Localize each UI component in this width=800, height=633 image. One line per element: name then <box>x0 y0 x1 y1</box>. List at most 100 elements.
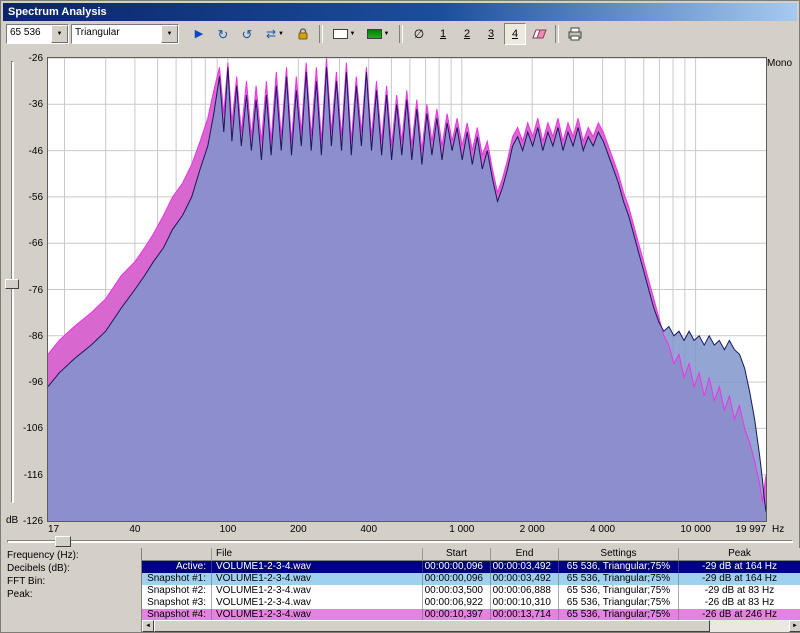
x-axis-labels: 17 40 100 200 400 1 000 2 000 4 000 10 000 19 997 <box>3 524 797 536</box>
snapshot-2-label: 2 <box>463 28 471 40</box>
col-header-peak: Peak <box>728 548 751 559</box>
table-row[interactable]: Snapshot #2: VOLUME1-2-3-4.wav 00:00:03,50… <box>142 585 800 597</box>
table-cell: -29 dB at 83 Hz <box>704 585 775 596</box>
table-cell: -29 dB at 164 Hz <box>701 573 778 584</box>
table-cell: 00:00:10,310 <box>491 597 559 609</box>
x-tick-label: 400 <box>360 524 378 535</box>
x-tick-label: 19 997 <box>735 524 766 535</box>
table-cell: 65 536, Triangular;75% <box>559 597 679 609</box>
readout-label: Frequency (Hz): <box>7 550 79 561</box>
graph-type-button[interactable]: ▼ <box>328 23 360 45</box>
col-header-settings: Settings <box>559 548 679 560</box>
table-cell: 00:00:00,096 <box>423 561 491 573</box>
readout-label: Decibels (dB): <box>7 563 70 574</box>
fft-size-dropdown-button[interactable]: ▼ <box>51 25 68 43</box>
smoothing-window-combo[interactable]: Triangular ▼ <box>71 24 179 44</box>
table-cell: 00:00:06,922 <box>423 597 491 609</box>
snapshot-4-button[interactable]: 4 <box>504 23 526 45</box>
status-panel: Frequency (Hz): Decibels (dB): FFT Bin: Pea… <box>3 548 800 632</box>
table-cell: Snapshot #2: <box>142 585 212 597</box>
printer-icon <box>568 27 582 41</box>
vertical-zoom-slider[interactable] <box>4 53 21 525</box>
spectrum-plot[interactable] <box>47 57 767 522</box>
clear-snapshot-button[interactable]: ∅ <box>408 23 430 45</box>
table-scrollbar[interactable]: ◄ ► <box>142 620 800 632</box>
chart-panel: -26 -36 -46 -56 -66 -76 -86 -96 -106 -116 -126 dB … <box>3 47 797 536</box>
toolbar-separator <box>555 25 559 43</box>
graph-color-button[interactable]: ▼ <box>362 23 394 45</box>
chevron-down-icon: ▼ <box>383 31 390 37</box>
titlebar[interactable]: Spectrum Analysis <box>3 3 797 21</box>
table-cell: VOLUME1-2-3-4.wav <box>212 561 423 573</box>
monitor-button[interactable]: ▶ <box>188 23 210 45</box>
table-cell: VOLUME1-2-3-4.wav <box>212 573 423 585</box>
refresh-ccw-icon: ↺ <box>241 26 253 42</box>
smoothing-window-dropdown-button[interactable]: ▼ <box>161 25 178 43</box>
x-tick-label: 100 <box>219 524 237 535</box>
table-cell: 00:00:06,888 <box>491 585 559 597</box>
snapshot-2-button[interactable]: 2 <box>456 23 478 45</box>
horizontal-zoom-slider[interactable] <box>3 536 797 548</box>
snapshot-3-button[interactable]: 3 <box>480 23 502 45</box>
fft-size-value: 65 536 <box>10 27 41 38</box>
table-cell: VOLUME1-2-3-4.wav <box>212 597 423 609</box>
smoothing-window-value: Triangular <box>75 27 120 38</box>
x-tick-label: 17 <box>48 524 60 535</box>
scroll-left-icon: ◄ <box>145 623 151 629</box>
x-tick-label: 1 000 <box>449 524 475 535</box>
chevron-down-icon: ▼ <box>166 31 173 37</box>
snapshot-3-label: 3 <box>487 28 495 40</box>
table-cell: 00:00:03,492 <box>491 561 559 573</box>
chevron-down-icon: ▼ <box>56 31 63 37</box>
table-cell: 00:00:00,096 <box>423 573 491 585</box>
table-cell: Snapshot #1: <box>142 573 212 585</box>
col-header-row-label <box>142 548 212 560</box>
print-button[interactable] <box>564 23 586 45</box>
table-cell: Active: <box>142 561 212 573</box>
table-cell: 00:00:03,500 <box>423 585 491 597</box>
spectrum-chart <box>48 58 766 521</box>
table-row[interactable]: Active: VOLUME1-2-3-4.wav 00:00:00,096 00:0… <box>142 561 800 573</box>
x-tick-label: 200 <box>289 524 307 535</box>
x-tick-label: 40 <box>129 524 141 535</box>
table-cell: 65 536, Triangular;75% <box>559 585 679 597</box>
table-row[interactable]: Snapshot #1: VOLUME1-2-3-4.wav 00:00:00,09… <box>142 573 800 585</box>
lock-settings-button[interactable] <box>292 23 314 45</box>
table-cell: 65 536, Triangular;75% <box>559 573 679 585</box>
lock-icon <box>298 28 308 40</box>
horizontal-slider-thumb[interactable] <box>55 536 71 547</box>
chevron-down-icon: ▼ <box>349 31 356 37</box>
erase-snapshot-button[interactable] <box>528 23 550 45</box>
snapshot-1-button[interactable]: 1 <box>432 23 454 45</box>
auto-refresh-button[interactable]: ↺ <box>236 23 258 45</box>
fft-size-combo[interactable]: 65 536 ▼ <box>6 24 69 44</box>
scroll-left-button[interactable]: ◄ <box>142 620 154 632</box>
color-swatch-icon <box>366 29 382 39</box>
play-icon: ▶ <box>194 27 204 40</box>
table-cell: -29 dB at 164 Hz <box>701 561 778 572</box>
scroll-right-button[interactable]: ► <box>789 620 800 632</box>
scroll-right-icon: ► <box>792 623 798 629</box>
x-tick-label: 2 000 <box>519 524 545 535</box>
scrollbar-thumb[interactable] <box>154 620 710 632</box>
table-cell: 00:00:03,492 <box>491 573 559 585</box>
toolbar: 65 536 ▼ Triangular ▼ ▶ ↻ ↺ ⇄ ▼ ▼ ▼ ∅ 1 … <box>3 21 797 47</box>
col-header-end: End <box>491 548 559 560</box>
swap-arrows-icon: ⇄ <box>265 26 277 41</box>
window-title: Spectrum Analysis <box>8 6 107 18</box>
col-header-start: Start <box>423 548 491 560</box>
col-header-file: File <box>212 548 423 560</box>
cursor-readout-labels: Frequency (Hz): Decibels (dB): FFT Bin: Pea… <box>7 549 139 601</box>
chevron-down-icon: ▼ <box>278 31 284 37</box>
no-snapshot-icon: ∅ <box>413 26 425 41</box>
snapshot-rows: Active: VOLUME1-2-3-4.wav 00:00:00,096 00:0… <box>142 561 800 621</box>
toolbar-separator <box>399 25 403 43</box>
hz-unit-label: Hz <box>772 524 785 535</box>
snapshot-table: File Start End Settings Peak Active: VOLU… <box>141 548 800 632</box>
spectrum-analysis-window: Spectrum Analysis 65 536 ▼ Triangular ▼ … <box>0 0 800 633</box>
refresh-button[interactable]: ↻ <box>212 23 234 45</box>
snapshot-4-label: 4 <box>511 28 519 40</box>
table-row[interactable]: Snapshot #3: VOLUME1-2-3-4.wav 00:00:06,92… <box>142 597 800 609</box>
vertical-slider-thumb[interactable] <box>5 279 19 289</box>
update-mode-button[interactable]: ⇄ ▼ <box>260 23 290 45</box>
